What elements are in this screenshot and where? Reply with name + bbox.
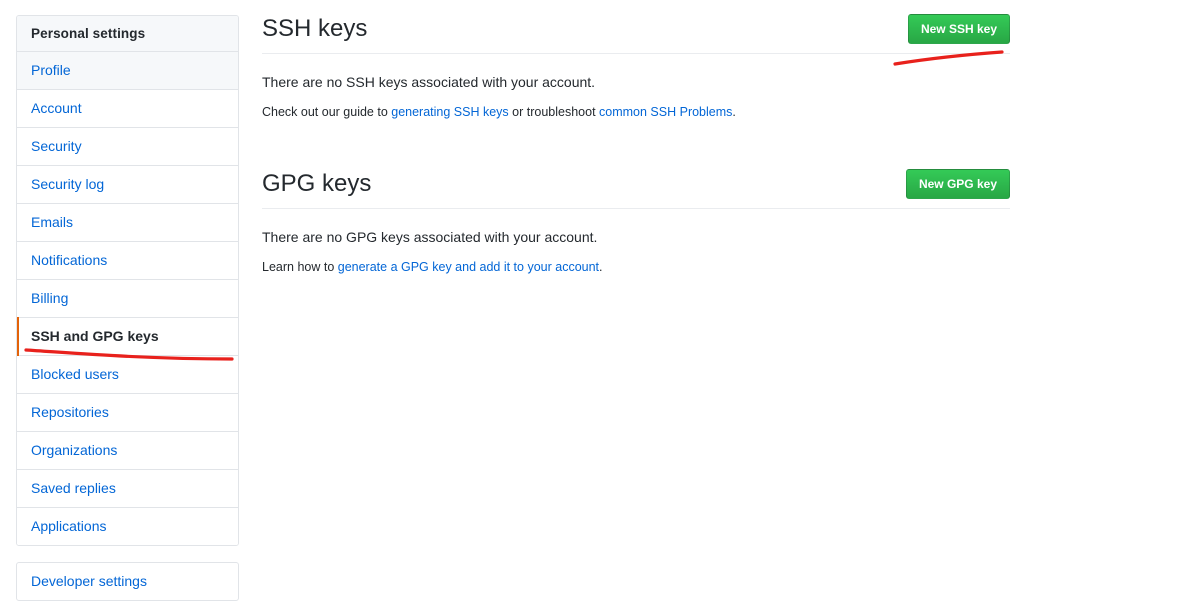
gpg-keys-title: GPG keys — [262, 170, 372, 197]
sidebar-item-notifications[interactable]: Notifications — [17, 242, 238, 280]
sidebar-item-emails[interactable]: Emails — [17, 204, 238, 242]
sidebar-item-developer-settings[interactable]: Developer settings — [17, 563, 238, 600]
sidebar-item-label: Emails — [31, 214, 74, 230]
sidebar-header: Personal settings — [17, 16, 238, 52]
gpg-keys-empty-message: There are no GPG keys associated with yo… — [262, 229, 598, 245]
personal-settings-nav: Personal settings Profile Account Securi… — [16, 15, 239, 546]
ssh-help-prefix: Check out our guide to — [262, 105, 392, 119]
ssh-keys-empty-message: There are no SSH keys associated with yo… — [262, 74, 596, 90]
gpg-help-prefix: Learn how to — [262, 260, 338, 274]
ssh-help-middle: or troubleshoot — [508, 105, 600, 119]
settings-sidebar: Personal settings Profile Account Securi… — [16, 15, 239, 601]
new-gpg-key-button[interactable]: New GPG key — [905, 169, 1010, 199]
settings-page: Personal settings Profile Account Securi… — [0, 0, 1199, 610]
sidebar-item-applications[interactable]: Applications — [17, 508, 238, 545]
sidebar-item-label: Applications — [31, 518, 107, 534]
sidebar-item-label: Organizations — [31, 442, 118, 458]
new-ssh-key-button[interactable]: New SSH key — [907, 14, 1010, 44]
sidebar-item-label: Billing — [31, 290, 69, 306]
gpg-keys-section: GPG keys New GPG key There are no GPG ke… — [262, 169, 1010, 276]
sidebar-item-label: SSH and GPG keys — [31, 328, 159, 344]
sidebar-item-profile[interactable]: Profile — [17, 52, 238, 90]
gpg-help-suffix: . — [599, 260, 603, 274]
ssh-help-suffix: . — [732, 105, 736, 119]
sidebar-item-label: Blocked users — [31, 366, 119, 382]
sidebar-item-label: Saved replies — [31, 480, 116, 496]
sidebar-item-security[interactable]: Security — [17, 128, 238, 166]
ssh-keys-title: SSH keys — [262, 15, 368, 42]
sidebar-item-organizations[interactable]: Organizations — [17, 432, 238, 470]
settings-content: SSH keys New SSH key There are no SSH ke… — [262, 14, 1010, 276]
sidebar-item-label: Profile — [31, 62, 71, 78]
sidebar-item-saved-replies[interactable]: Saved replies — [17, 470, 238, 508]
generating-ssh-keys-link[interactable]: generating SSH keys — [391, 105, 508, 119]
common-ssh-problems-link[interactable]: common SSH Problems — [599, 105, 732, 119]
sidebar-item-label: Repositories — [31, 404, 109, 420]
gpg-keys-help-text: Learn how to generate a GPG key and add … — [262, 258, 1010, 276]
generate-gpg-key-link[interactable]: generate a GPG key and add it to your ac… — [338, 260, 599, 274]
sidebar-item-repositories[interactable]: Repositories — [17, 394, 238, 432]
ssh-keys-header: SSH keys New SSH key — [262, 14, 1010, 54]
sidebar-item-label: Notifications — [31, 252, 108, 268]
sidebar-item-label: Security — [31, 138, 82, 154]
developer-settings-nav: Developer settings — [16, 562, 239, 601]
ssh-keys-help-text: Check out our guide to generating SSH ke… — [262, 103, 1010, 121]
sidebar-item-label: Account — [31, 100, 82, 116]
sidebar-item-billing[interactable]: Billing — [17, 280, 238, 318]
sidebar-item-label: Security log — [31, 176, 105, 192]
ssh-keys-section: SSH keys New SSH key There are no SSH ke… — [262, 14, 1010, 121]
sidebar-item-blocked-users[interactable]: Blocked users — [17, 356, 238, 394]
sidebar-item-ssh-and-gpg-keys[interactable]: SSH and GPG keys — [17, 317, 238, 356]
sidebar-item-security-log[interactable]: Security log — [17, 166, 238, 204]
gpg-keys-header: GPG keys New GPG key — [262, 169, 1010, 209]
sidebar-item-account[interactable]: Account — [17, 90, 238, 128]
